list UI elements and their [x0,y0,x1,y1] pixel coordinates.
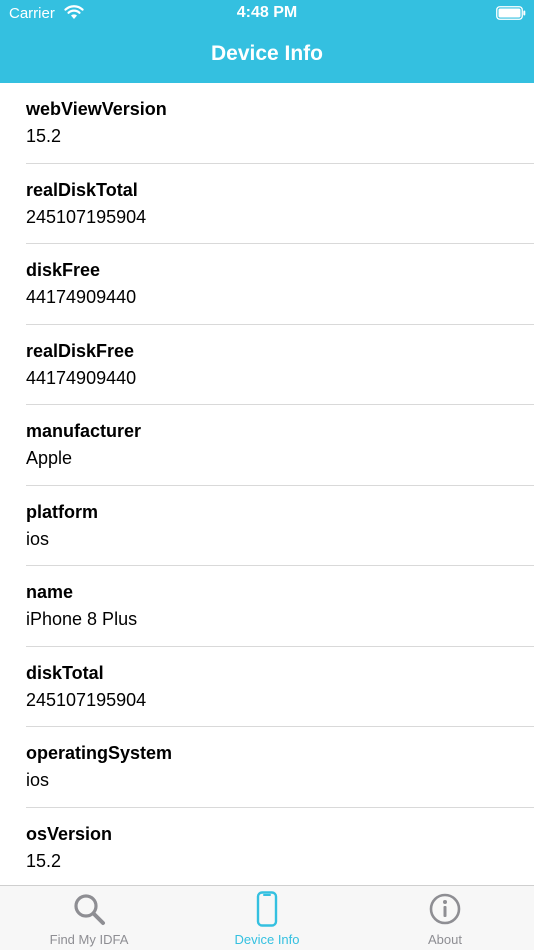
list-item: diskTotal 245107195904 [0,647,534,727]
list-item: realDiskTotal 245107195904 [0,164,534,244]
tab-find-my-idfa[interactable]: Find My IDFA [0,886,178,950]
tab-label: About [428,932,462,947]
tab-bar: Find My IDFA Device Info About [0,885,534,950]
item-value: Apple [26,448,73,468]
tab-device-info[interactable]: Device Info [178,886,356,950]
status-bar: Carrier 4:48 PM [0,0,534,30]
tab-label: Find My IDFA [49,932,129,947]
item-label: platform [26,501,98,522]
item-value: ios [26,770,50,790]
item-value: 245107195904 [26,689,147,710]
item-label: manufacturer [26,421,142,441]
list-item: osVersion 15.2 [0,808,534,886]
battery-icon [496,6,526,20]
item-label: webViewVersion [26,99,167,119]
item-value: 44174909440 [26,287,137,307]
list-item: platform ios [0,486,534,566]
item-label: name [26,582,74,602]
list-item: webViewVersion 15.2 [0,83,534,164]
page-title: Device Info [210,42,324,65]
search-icon [74,894,105,925]
item-value: ios [26,528,50,549]
item-label: diskFree [26,260,101,280]
status-time: 4:48 PM [236,4,298,21]
list-item: operatingSystem ios [0,727,534,808]
item-label: realDiskTotal [26,179,138,200]
list-item: diskFree 44174909440 [0,244,534,325]
item-value: 44174909440 [26,367,137,388]
item-label: realDiskFree [26,340,135,361]
tab-about[interactable]: About [356,886,534,950]
list-item: realDiskFree 44174909440 [0,325,534,405]
tab-label: Device Info [234,932,300,947]
item-value: 15.2 [26,126,62,146]
item-label: diskTotal [26,662,104,683]
item-label: osVersion [26,823,113,844]
phone-icon [256,891,278,927]
header: Carrier 4:48 PM Device Info [0,0,534,83]
device-info-list[interactable]: webViewVersion 15.2 realDiskTotal 245107… [0,83,534,885]
list-item: name iPhone 8 Plus [0,566,534,647]
item-label: operatingSystem [26,743,173,763]
item-value: iPhone 8 Plus [26,609,138,629]
list-item: manufacturer Apple [0,405,534,486]
info-icon [429,893,461,925]
item-value: 245107195904 [26,206,147,227]
item-value: 15.2 [26,850,62,871]
